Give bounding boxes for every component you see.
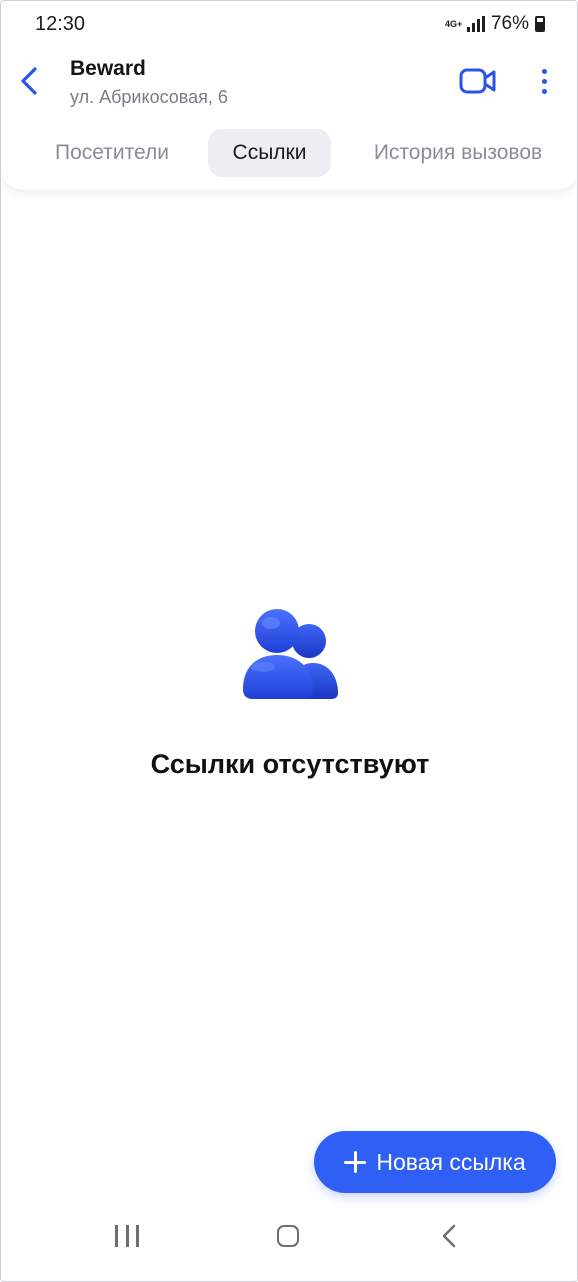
back-button[interactable] [11,59,47,103]
tab-links[interactable]: Ссылки [208,129,331,177]
app-screen: 12:30 4G+ 76% Beward ул. Абрикосовая, 6 [0,0,578,1282]
network-type-icon: 4G+ [444,18,463,29]
battery-level: 76% [490,13,529,34]
empty-state-message: Ссылки отсутствуют [150,749,430,779]
tab-call-history[interactable]: История вызовов [347,129,569,177]
page-subtitle: ул. Абрикосовая, 6 [70,87,228,107]
page-title: Beward [70,57,146,80]
plus-icon [344,1151,367,1173]
new-link-label: Новая ссылка [376,1148,526,1175]
system-nav-bar [1,1207,577,1281]
status-bar: 12:30 4G+ 76% [1,1,577,45]
title-block: Beward ул. Абрикосовая, 6 [70,57,228,108]
chevron-left-icon [21,67,37,95]
new-link-button[interactable]: Новая ссылка [314,1131,556,1193]
back-icon[interactable] [437,1223,461,1249]
tab-bar: Посетители Ссылки История вызовов [1,129,577,179]
signal-icon [466,16,485,32]
users-icon [241,605,341,701]
video-call-button[interactable] [457,63,499,99]
video-camera-icon [459,68,496,94]
header-card: Beward ул. Абрикосовая, 6 Посетители Ссы… [1,45,577,191]
more-options-button[interactable] [531,63,557,99]
recent-apps-icon[interactable] [115,1225,139,1247]
more-vertical-icon [541,68,547,74]
tab-visitors[interactable]: Посетители [31,129,193,177]
home-icon[interactable] [277,1225,299,1247]
battery-icon [535,16,545,32]
status-time: 12:30 [35,13,86,35]
status-indicators: 4G+ 76% [445,13,545,35]
